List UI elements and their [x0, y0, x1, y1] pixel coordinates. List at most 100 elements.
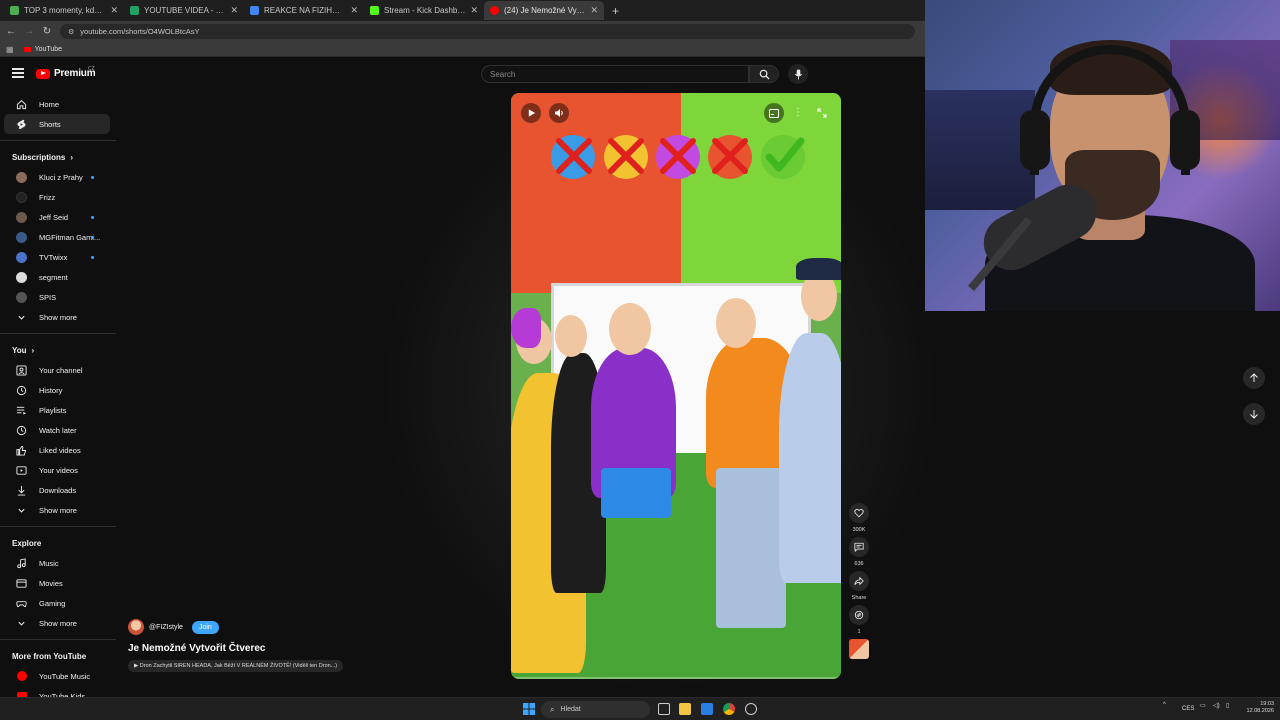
clock-time: 19:03 — [1260, 701, 1274, 707]
arrow-down-icon — [1250, 410, 1258, 419]
sidebar-item-your-channel[interactable]: Your channel — [4, 360, 110, 380]
remix-button[interactable] — [849, 605, 869, 625]
youtube-favicon-icon — [23, 46, 31, 52]
more-from-youtube-heading: More from YouTube — [12, 651, 87, 661]
sidebar-item-history[interactable]: History — [4, 380, 110, 400]
bookmark-youtube[interactable]: YouTube — [23, 46, 62, 53]
taskbar-search[interactable]: ⌕ Hledat — [541, 701, 650, 718]
sidebar-item-gaming[interactable]: Gaming — [4, 593, 110, 613]
share-button[interactable] — [849, 571, 869, 591]
sidebar-item-music[interactable]: Music — [4, 553, 110, 573]
close-tab-icon[interactable]: ✕ — [110, 5, 118, 16]
obs-icon[interactable] — [745, 703, 757, 715]
person-head — [555, 315, 587, 357]
next-short-button[interactable] — [1243, 403, 1265, 425]
sidebar-subscription[interactable]: Kluci z Prahy — [4, 167, 110, 187]
browser-tab[interactable]: Stream - Kick Dashboard ✕ — [364, 1, 484, 20]
tray-chevron-icon[interactable]: ^ — [1163, 702, 1166, 708]
back-icon[interactable]: ← — [6, 26, 16, 37]
file-explorer-icon[interactable] — [679, 703, 691, 715]
sidebar-item-watch-later[interactable]: Watch later — [4, 420, 110, 440]
sidebar-subscription[interactable]: Jeff Seid — [4, 207, 110, 227]
captions-button[interactable] — [764, 103, 784, 123]
network-icon[interactable]: ▭ — [1200, 702, 1206, 709]
sidebar-item-home[interactable]: Home — [4, 94, 110, 114]
reload-icon[interactable]: ↻ — [42, 26, 52, 37]
sidebar-item-downloads[interactable]: Downloads — [4, 480, 110, 500]
show-more-you[interactable]: Show more — [4, 500, 110, 520]
sidebar-item-shorts[interactable]: Shorts — [4, 114, 110, 134]
close-tab-icon[interactable]: ✕ — [230, 5, 238, 16]
like-count: 300K — [852, 527, 866, 533]
site-info-icon[interactable]: ⚙ — [68, 28, 74, 36]
sidebar-subscription[interactable]: TVTwixx — [4, 247, 110, 267]
previous-short-button[interactable] — [1243, 367, 1265, 389]
browser-tab-active[interactable]: (24) Je Nemožné Vytvořit Čtverec✕ — [484, 1, 604, 20]
channel-name[interactable]: @FIZIstyle — [149, 624, 183, 631]
language-indicator[interactable]: CES — [1182, 706, 1194, 712]
share-icon — [854, 576, 864, 586]
sidebar-item-youtube-music[interactable]: YouTube Music — [4, 666, 110, 686]
store-icon[interactable] — [701, 703, 713, 715]
browser-tab[interactable]: TOP 3 momenty, kdy Fortnite S✕ — [4, 1, 124, 20]
person-head — [716, 298, 756, 348]
show-more-explore[interactable]: Show more — [4, 613, 110, 633]
join-button[interactable]: Join — [191, 620, 219, 634]
browser-tab[interactable]: REAKCE NA FIZIHO NEJVIC OB✕ — [244, 1, 364, 20]
play-button[interactable] — [521, 103, 541, 123]
sidebar-item-playlists[interactable]: Playlists — [4, 400, 110, 420]
you-heading[interactable]: You › — [0, 340, 116, 360]
chrome-icon[interactable] — [723, 703, 735, 715]
subscriptions-heading[interactable]: Subscriptions › — [0, 147, 116, 167]
mute-button[interactable] — [549, 103, 569, 123]
apps-grid-icon[interactable]: ▦ — [6, 45, 14, 54]
short-title[interactable]: Je Nemožné Vytvořit Čtverec — [128, 643, 265, 654]
channel-avatar[interactable] — [128, 619, 144, 635]
sound-thumbnail[interactable] — [849, 639, 869, 659]
chevron-down-icon — [16, 505, 27, 516]
close-tab-icon[interactable]: ✕ — [470, 5, 478, 16]
comment-icon — [854, 542, 864, 552]
browser-tab[interactable]: YOUTUBE VIDEA - Google Shee✕ — [124, 1, 244, 20]
more-options-button[interactable]: ⋮ — [788, 103, 808, 123]
new-tab-button[interactable]: + — [604, 4, 627, 18]
person-jeans — [716, 468, 786, 628]
short-video-player[interactable]: ⋮ — [511, 93, 841, 679]
sidebar: Home Shorts Subscriptions › Kluci z Prahy… — [0, 91, 116, 701]
sidebar-subscription[interactable]: MGFitman Gami... — [4, 227, 110, 247]
like-button[interactable] — [849, 503, 869, 523]
sidebar-item-liked-videos[interactable]: Liked videos — [4, 440, 110, 460]
forward-icon[interactable]: → — [24, 26, 34, 37]
battery-icon[interactable]: ▯ — [1226, 702, 1229, 709]
headphone-cup — [1170, 110, 1200, 170]
task-view-icon[interactable] — [658, 703, 670, 715]
home-icon — [16, 99, 27, 110]
windows-start-icon[interactable] — [523, 703, 535, 715]
tab-favicon-icon — [370, 6, 379, 15]
sidebar-subscription[interactable]: Frizz — [4, 187, 110, 207]
fullscreen-button[interactable] — [812, 103, 832, 123]
close-tab-icon[interactable]: ✕ — [590, 5, 598, 16]
speaker-icon[interactable]: ◁) — [1213, 702, 1220, 709]
close-tab-icon[interactable]: ✕ — [350, 5, 358, 16]
search-icon: ⌕ — [550, 704, 555, 714]
avatar — [16, 291, 27, 303]
sidebar-item-your-videos[interactable]: Your videos — [4, 460, 110, 480]
suggested-video-chip[interactable]: ▶ Dron Zachytil SIREN HEADA, Jak Běží V … — [128, 660, 344, 672]
sidebar-subscription[interactable]: segment — [4, 267, 110, 287]
channel-icon — [16, 364, 27, 376]
youtube-premium-logo[interactable]: Premium CZ — [36, 66, 96, 79]
clock[interactable]: 19:03 12.08.2026 — [1240, 701, 1274, 715]
police-cap — [796, 258, 841, 280]
divider — [0, 639, 116, 640]
comments-button[interactable] — [849, 537, 869, 557]
share-label: Share — [851, 595, 867, 601]
divider — [0, 526, 116, 527]
sidebar-subscription[interactable]: SPIS — [4, 287, 110, 307]
show-more-subscriptions[interactable]: Show more — [4, 307, 110, 327]
url-field[interactable]: ⚙ youtube.com/shorts/O4WOLBtcAsY — [60, 24, 915, 39]
menu-icon[interactable] — [12, 68, 24, 78]
video-progress-bar[interactable] — [511, 677, 841, 679]
address-bar-row: ← → ↻ ⚙ youtube.com/shorts/O4WOLBtcAsY — [0, 21, 925, 42]
sidebar-item-movies[interactable]: Movies — [4, 573, 110, 593]
